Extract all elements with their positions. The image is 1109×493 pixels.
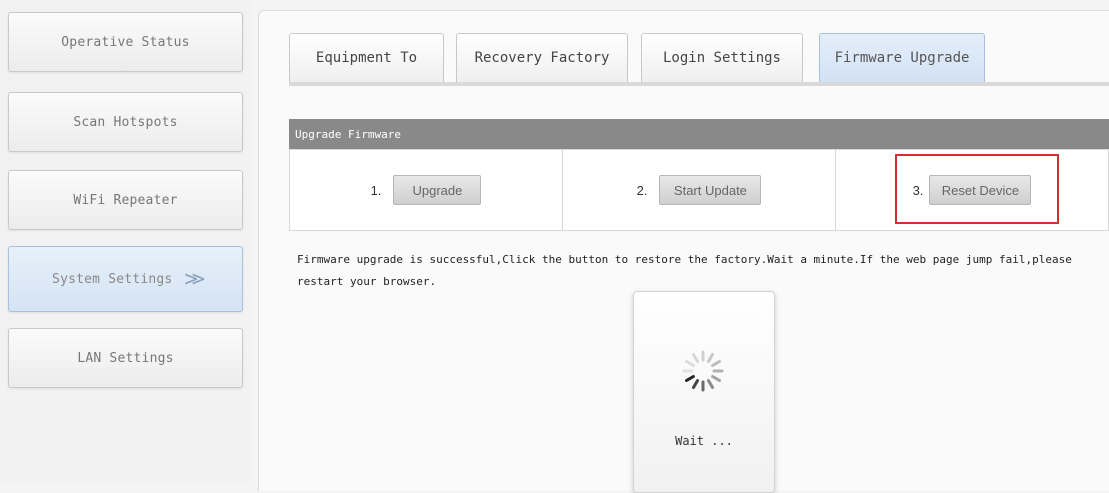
wait-dialog: Wait ...: [633, 291, 775, 493]
tab-equipment-to[interactable]: Equipment To: [289, 33, 444, 83]
upgrade-steps-table: 1. Upgrade 2. Start Update 3. Reset Devi…: [289, 149, 1109, 231]
double-chevron-right-icon: >>: [184, 266, 204, 292]
start-update-button[interactable]: Start Update: [659, 175, 762, 205]
upgrade-button[interactable]: Upgrade: [393, 175, 482, 205]
loading-spinner-icon: [682, 350, 724, 392]
section-title: Upgrade Firmware: [295, 127, 401, 141]
tab-firmware-upgrade[interactable]: Firmware Upgrade: [819, 33, 985, 83]
sidebar-item-label: Scan Hotspots: [73, 114, 178, 130]
step-number: 3.: [912, 182, 924, 198]
sidebar-item-label: WiFi Repeater: [73, 192, 178, 208]
step-2: 2. Start Update: [563, 150, 836, 230]
sidebar: Operative Status Scan Hotspots WiFi Repe…: [0, 0, 250, 483]
sidebar-item-label: LAN Settings: [77, 350, 174, 366]
step-number: 1.: [370, 182, 382, 198]
step-3: 3. Reset Device: [836, 150, 1108, 230]
sidebar-item-lan-settings[interactable]: LAN Settings: [8, 328, 243, 388]
tab-label: Recovery Factory: [474, 50, 610, 66]
section-header: Upgrade Firmware: [289, 119, 1109, 149]
sidebar-item-scan-hotspots[interactable]: Scan Hotspots: [8, 92, 243, 152]
wait-label: Wait ...: [675, 434, 733, 448]
tab-divider: [289, 82, 1109, 86]
tab-label: Equipment To: [315, 50, 418, 66]
sidebar-item-label: Operative Status: [61, 34, 190, 50]
reset-device-button[interactable]: Reset Device: [929, 175, 1032, 205]
sidebar-item-wifi-repeater[interactable]: WiFi Repeater: [8, 170, 243, 230]
tab-recovery-factory[interactable]: Recovery Factory: [456, 33, 628, 83]
status-message: Firmware upgrade is successful,Click the…: [297, 253, 1072, 288]
step-1: 1. Upgrade: [290, 150, 563, 230]
tab-label: Login Settings: [662, 50, 781, 66]
tab-login-settings[interactable]: Login Settings: [641, 33, 803, 83]
tab-label: Firmware Upgrade: [834, 50, 970, 66]
sidebar-item-label: System Settings: [52, 271, 173, 287]
step-number: 2.: [636, 182, 648, 198]
sidebar-item-operative-status[interactable]: Operative Status: [8, 12, 243, 72]
sidebar-item-system-settings[interactable]: System Settings >>: [8, 246, 243, 312]
main-panel: Equipment To Recovery Factory Login Sett…: [258, 10, 1109, 493]
